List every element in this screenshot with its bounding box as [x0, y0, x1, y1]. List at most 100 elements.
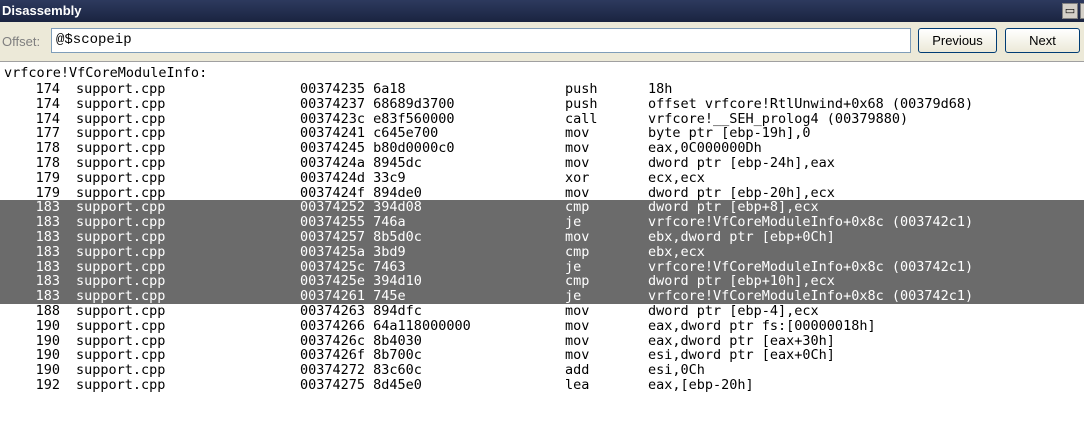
operands: dword ptr [ebp-4],ecx: [648, 302, 819, 319]
operands: dword ptr [ebp-24h],eax: [648, 154, 835, 171]
instruction-address: 00374235 6a18: [300, 82, 406, 97]
source-file: support.cpp: [76, 140, 166, 157]
source-file: support.cpp: [76, 317, 166, 334]
instruction-address: 0037426c 8b4030: [300, 333, 422, 349]
operands: dword ptr [ebp-20h],ecx: [648, 184, 835, 201]
instruction-bytes: 33c9: [373, 169, 406, 186]
source-file: support.cpp: [76, 376, 166, 393]
source-line-number: 190: [35, 362, 60, 379]
instruction-address: 0037424f 894de0: [300, 184, 422, 201]
address-text: 00374245: [300, 140, 366, 157]
instruction-bytes: 746a: [373, 214, 406, 231]
instruction-address: 0037425c 7463: [300, 259, 406, 275]
offset-toolbar: Offset: @$scopeip Previous Next: [0, 22, 1084, 62]
address-text: 00374252: [300, 199, 366, 216]
instruction-row[interactable]: 190 support.cpp 00374266 64a118000000 mov ea…: [0, 317, 1084, 334]
source-line-number: 178: [35, 154, 60, 171]
instruction-row[interactable]: 174 support.cpp 00374237 68689d3700 push off…: [0, 95, 1084, 112]
source-line-number: 188: [35, 302, 60, 319]
instruction-bytes: 6a18: [373, 81, 406, 97]
operands: eax,dword ptr fs:[00000018h]: [648, 317, 876, 334]
operands: ebx,dword ptr [ebp+0Ch]: [648, 228, 835, 245]
instruction-bytes: 64a118000000: [373, 317, 471, 334]
instruction-address: 0037423c e83f560000: [300, 111, 454, 127]
window-restore-icon[interactable]: ▭: [1062, 3, 1078, 19]
source-file: support.cpp: [76, 169, 166, 186]
instruction-address: 00374255 746a: [300, 215, 406, 230]
instruction-bytes: 8b5d0c: [373, 228, 422, 245]
address-text: 00374241: [300, 125, 366, 142]
source-file: support.cpp: [76, 288, 166, 305]
address-text: 00374272: [300, 362, 366, 379]
instruction-bytes: 894dfc: [373, 302, 422, 319]
address-text: 0037425a: [300, 243, 366, 260]
instruction-row[interactable]: 190 support.cpp 0037426c 8b4030 mov eax,dwor…: [0, 332, 1084, 349]
instruction-row[interactable]: 174 support.cpp 0037423c e83f560000 call vrf…: [0, 110, 1084, 127]
operands: vrfcore!VfCoreModuleInfo+0x8c (003742c1): [648, 288, 974, 305]
source-file: support.cpp: [76, 347, 166, 364]
source-file: support.cpp: [76, 362, 166, 379]
offset-input[interactable]: @$scopeip: [51, 28, 911, 53]
address-text: 0037424d: [300, 169, 366, 186]
instruction-row[interactable]: 190 support.cpp 00374272 83c60c add esi,0Ch: [0, 363, 1084, 378]
source-file: support.cpp: [76, 332, 166, 349]
next-button[interactable]: Next: [1005, 28, 1080, 53]
instruction-bytes: 8945dc: [373, 154, 422, 171]
source-line-number: 183: [35, 228, 60, 245]
source-line-number: 190: [35, 347, 60, 364]
instruction-address: 0037426f 8b700c: [300, 348, 422, 363]
source-line-number: 183: [35, 273, 60, 290]
source-line-number: 174: [35, 81, 60, 97]
instruction-bytes: 894de0: [373, 184, 422, 201]
instruction-row[interactable]: 174 support.cpp 00374235 6a18 push 18h: [0, 82, 1084, 97]
opcode: mov: [565, 302, 590, 319]
source-file: support.cpp: [76, 228, 166, 245]
opcode: add: [565, 362, 590, 379]
source-line-number: 174: [35, 95, 60, 112]
source-file: support.cpp: [76, 243, 166, 260]
opcode: je: [565, 288, 582, 305]
opcode: call: [565, 110, 598, 127]
source-file: support.cpp: [76, 258, 166, 275]
operands: byte ptr [ebp-19h],0: [648, 125, 811, 142]
opcode: xor: [565, 169, 590, 186]
instruction-row[interactable]: 183 support.cpp 0037425e 394d10 cmp dword pt…: [0, 273, 1084, 290]
close-icon[interactable]: ✕: [1080, 3, 1084, 19]
instruction-row[interactable]: 190 support.cpp 0037426f 8b700c mov esi,dwor…: [0, 348, 1084, 363]
instruction-row[interactable]: 178 support.cpp 00374245 b80d0000c0 mov eax,…: [0, 141, 1084, 156]
instruction-row[interactable]: 179 support.cpp 0037424d 33c9 xor ecx,ecx: [0, 169, 1084, 186]
source-line-number: 192: [35, 376, 60, 393]
operands: esi,dword ptr [eax+0Ch]: [648, 347, 835, 364]
source-line-number: 183: [35, 258, 60, 275]
instruction-row[interactable]: 183 support.cpp 00374257 8b5d0c mov ebx,dwor…: [0, 230, 1084, 245]
previous-button[interactable]: Previous: [918, 28, 997, 53]
instruction-row[interactable]: 183 support.cpp 00374255 746a je vrfcore!VfC…: [0, 215, 1084, 230]
source-file: support.cpp: [76, 81, 166, 97]
instruction-row[interactable]: 192 support.cpp 00374275 8d45e0 lea eax,[ebp…: [0, 378, 1084, 393]
instruction-row[interactable]: 183 support.cpp 0037425c 7463 je vrfcore!VfC…: [0, 258, 1084, 275]
address-text: 00374261: [300, 288, 366, 305]
instruction-row[interactable]: 178 support.cpp 0037424a 8945dc mov dword pt…: [0, 156, 1084, 171]
opcode: mov: [565, 347, 590, 364]
instruction-row[interactable]: 188 support.cpp 00374263 894dfc mov dword pt…: [0, 304, 1084, 319]
instruction-row[interactable]: 183 support.cpp 00374261 745e je vrfcore!VfC…: [0, 289, 1084, 304]
instruction-row[interactable]: 179 support.cpp 0037424f 894de0 mov dword pt…: [0, 184, 1084, 201]
disassembly-listing[interactable]: vrfcore!VfCoreModuleInfo: 174 support.cpp…: [0, 63, 1084, 441]
instruction-bytes: 394d08: [373, 199, 422, 216]
address-text: 0037426f: [300, 347, 366, 364]
instruction-row[interactable]: 183 support.cpp 0037425a 3bd9 cmp ebx,ecx: [0, 243, 1084, 260]
source-line-number: 177: [35, 125, 60, 142]
instruction-row[interactable]: 183 support.cpp 00374252 394d08 cmp dword pt…: [0, 199, 1084, 216]
operands: eax,0C000000Dh: [648, 140, 762, 157]
function-header: vrfcore!VfCoreModuleInfo:: [4, 65, 208, 81]
source-file: support.cpp: [76, 125, 166, 142]
source-file: support.cpp: [76, 199, 166, 216]
window-titlebar: Disassembly ▭ ✕: [0, 0, 1084, 22]
instruction-row[interactable]: 177 support.cpp 00374241 c645e700 mov byte p…: [0, 126, 1084, 141]
source-file: support.cpp: [76, 184, 166, 201]
opcode: push: [565, 81, 598, 97]
source-line-number: 183: [35, 199, 60, 216]
opcode: mov: [565, 125, 590, 142]
source-line-number: 183: [35, 243, 60, 260]
address-text: 00374266: [300, 317, 366, 334]
